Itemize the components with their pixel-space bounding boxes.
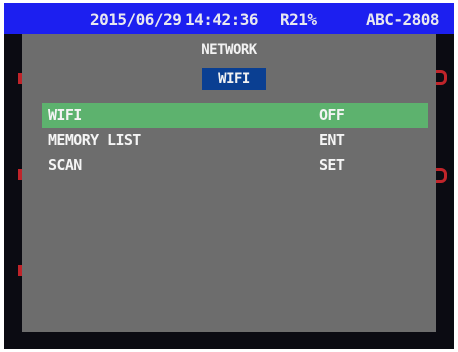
menu-item-scan[interactable]: SCAN SET (42, 153, 428, 178)
menu-list: WIFI OFF MEMORY LIST ENT SCAN SET (42, 103, 428, 178)
menu-item-label: MEMORY LIST (48, 131, 141, 149)
status-time: 14:42:36 (185, 10, 259, 29)
status-bar: 2015/06/29 14:42:36 R21% ABC-2808 (4, 3, 454, 34)
menu-item-memory-list[interactable]: MEMORY LIST ENT (42, 128, 428, 153)
menu-title: NETWORK (201, 42, 257, 58)
menu-item-value: SET (319, 156, 345, 174)
menu-item-wifi[interactable]: WIFI OFF (42, 103, 428, 128)
network-menu-panel: NETWORK WIFI WIFI OFF MEMORY LIST ENT SC… (22, 34, 436, 332)
right-marker-top (436, 70, 447, 85)
menu-item-value: ENT (319, 131, 345, 149)
status-camera-id: ABC-2808 (366, 10, 440, 29)
right-marker-middle (436, 168, 447, 183)
menu-item-label: WIFI (48, 106, 82, 124)
menu-subtitle-tab[interactable]: WIFI (202, 68, 266, 90)
status-date: 2015/06/29 (90, 10, 182, 29)
menu-item-label: SCAN (48, 156, 82, 174)
status-record: R21% (280, 10, 317, 29)
camera-screen: 2015/06/29 14:42:36 R21% ABC-2808 NETWOR… (4, 3, 454, 349)
menu-item-value: OFF (319, 106, 345, 124)
